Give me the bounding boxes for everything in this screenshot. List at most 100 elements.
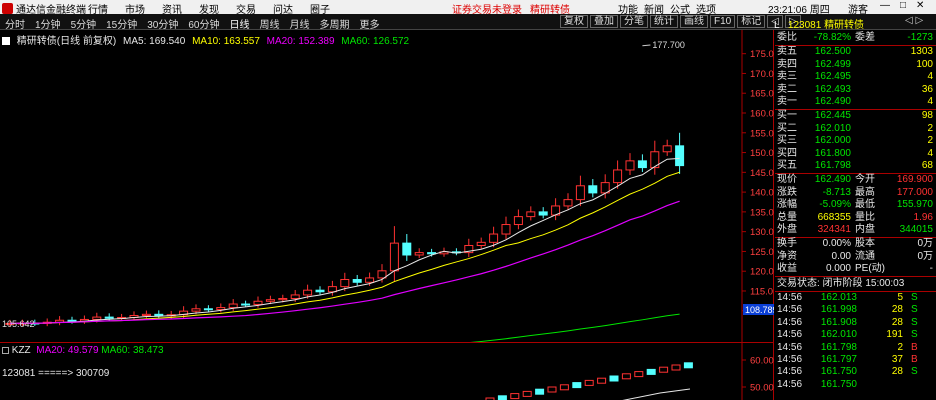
buy-level-row[interactable]: 买二 162.010 2 — [775, 123, 936, 135]
fund-value: 0.00 — [831, 250, 851, 262]
indicator-bar — [522, 390, 532, 397]
tab-5min[interactable]: 5分钟 — [68, 16, 100, 31]
stat-row[interactable]: 总量 668355 量比 1.96 — [775, 212, 936, 224]
tick-row[interactable]: 14:56 161.798 2 B — [775, 342, 936, 354]
overlay-button[interactable]: 叠加 — [590, 15, 618, 28]
stats-button[interactable]: 统计 — [650, 15, 678, 28]
price-tick-label: 120.0 — [750, 267, 774, 278]
tab-daily[interactable]: 日线 — [227, 16, 253, 31]
close-icon[interactable]: ✕ — [916, 0, 924, 11]
stat-label: 总量 — [777, 211, 797, 223]
kline-chart[interactable]: 175.0 170.0 165.0 160.0 155.0 150.0 145.0 140.0… — [0, 30, 778, 364]
high-pointer — [642, 44, 651, 47]
tab-weekly[interactable]: 周线 — [257, 16, 283, 31]
tick-side: B — [911, 341, 918, 353]
tick-row[interactable]: 14:56 161.750 28 S — [775, 366, 936, 378]
indicator-toggle-icon[interactable] — [2, 346, 9, 354]
price-tick-label: 145.0 — [750, 168, 774, 179]
tab-30min[interactable]: 30分钟 — [144, 16, 181, 31]
sell-level-row[interactable]: 卖四 162.499 100 — [775, 59, 936, 71]
tick-time: 14:56 — [777, 329, 803, 341]
sell-level-row[interactable]: 卖五 162.500 1303 — [775, 46, 936, 58]
fundamental-row[interactable]: 换手 0.00% 股本 0万 — [775, 238, 936, 250]
candle-body — [303, 289, 313, 296]
fund-label: 流通 — [855, 250, 875, 262]
buy-level-row[interactable]: 买一 162.445 98 — [775, 110, 936, 122]
tab-60min[interactable]: 60分钟 — [185, 16, 222, 31]
mark-button[interactable]: 标记 — [737, 15, 766, 28]
buy-level-row[interactable]: 买四 161.800 4 — [775, 148, 936, 160]
buy-price: 161.798 — [814, 160, 851, 171]
f10-button[interactable]: F10 — [710, 15, 736, 28]
fund-value: 0.00% — [822, 238, 851, 250]
tick-time: 14:56 — [777, 366, 803, 378]
stat-row[interactable]: 涨幅 -5.09% 最低 155.970 — [775, 199, 936, 211]
maximize-icon[interactable]: □ — [900, 0, 906, 11]
tick-side: S — [911, 329, 918, 341]
tick-qty: 28 — [891, 304, 903, 316]
indicator-bar — [683, 362, 693, 369]
stat-value: 1.96 — [913, 211, 933, 223]
sell-level-row[interactable]: 卖三 162.495 4 — [775, 71, 936, 83]
buy-label: 买一 — [777, 110, 797, 122]
tick-time: 14:56 — [777, 304, 803, 316]
indicator-bar — [609, 375, 619, 382]
tick-button[interactable]: 分笔 — [620, 15, 648, 28]
sell-level-row[interactable]: 卖二 162.493 36 — [775, 84, 936, 96]
stat-label: 内盘 — [855, 224, 875, 235]
candle-body — [228, 303, 238, 309]
sell-qty: 4 — [927, 96, 933, 107]
tab-more[interactable]: 更多 — [357, 16, 383, 31]
candle-body — [67, 319, 77, 322]
stat-row[interactable]: 现价 162.490 今开 169.900 — [775, 174, 936, 186]
fundamental-row[interactable]: 净资 0.00 流通 0万 — [775, 251, 936, 263]
sell-level-row[interactable]: 卖一 162.490 4 — [775, 96, 936, 108]
tick-row[interactable]: 14:56 162.010 191 S — [775, 329, 936, 341]
fundamental-row[interactable]: 收益 0.000 PE(动) - — [775, 263, 936, 275]
candle-body — [489, 233, 499, 243]
candle-body — [402, 242, 412, 256]
fund-label: 收益 — [777, 263, 797, 275]
tab-fenshi[interactable]: 分时 — [2, 16, 28, 31]
buy-level-row[interactable]: 买五 161.798 68 — [775, 160, 936, 172]
sell-price: 162.500 — [814, 46, 851, 58]
buy-level-row[interactable]: 买三 162.000 2 — [775, 135, 936, 147]
window-controls: — □ ✕ — [880, 0, 924, 11]
tick-row[interactable]: 14:56 161.908 28 S — [775, 317, 936, 329]
tick-row[interactable]: 14:56 161.750 — [775, 379, 936, 391]
quote-pager[interactable]: ◁ ▷ — [905, 15, 923, 26]
weibi-label: 委比 — [777, 32, 797, 43]
tab-15min[interactable]: 15分钟 — [103, 16, 140, 31]
sell-label: 卖四 — [777, 58, 797, 70]
candle-body — [315, 289, 325, 293]
tab-1min[interactable]: 1分钟 — [32, 16, 64, 31]
buy-label: 买三 — [777, 135, 797, 147]
fuquan-button[interactable]: 复权 — [560, 15, 588, 28]
stat-label: 外盘 — [777, 224, 797, 235]
draw-line-button[interactable]: 画线 — [680, 15, 708, 28]
tick-row[interactable]: 14:56 161.998 28 S — [775, 304, 936, 316]
tab-multi-period[interactable]: 多周期 — [317, 16, 353, 31]
indicator-panel[interactable]: 60.00 50.00 KZZ MA20: 49.579 MA60: 38.473… — [0, 342, 774, 400]
price-tick-label: 140.0 — [750, 188, 774, 199]
weibi-row[interactable]: 委比 -78.82% 委差 -1273 — [775, 32, 936, 44]
tab-monthly[interactable]: 月线 — [287, 16, 313, 31]
tick-row[interactable]: 14:56 161.797 37 B — [775, 354, 936, 366]
indicator-bar — [597, 377, 607, 384]
stat-label: 今开 — [855, 174, 875, 186]
stat-row[interactable]: 涨跌 -8.713 最高 177.000 — [775, 187, 936, 199]
minimize-icon[interactable]: — — [880, 0, 890, 11]
ma20-line — [9, 200, 680, 325]
tick-qty: 28 — [891, 316, 903, 328]
candle-body — [588, 185, 598, 194]
trade-state-row[interactable]: 交易状态: 闭市阶段 15:00:03 — [775, 278, 936, 290]
candle-body — [575, 185, 585, 201]
indicator-note: 123081 =====> 300709 — [2, 368, 110, 379]
tick-row[interactable]: 14:56 162.013 5 S — [775, 292, 936, 304]
candle-body — [340, 279, 350, 288]
stat-row[interactable]: 外盘 324341 内盘 344015 — [775, 224, 936, 236]
candle-body — [501, 224, 511, 235]
indicator-bar — [510, 393, 520, 400]
stat-label: 涨跌 — [777, 186, 797, 198]
legend-swatch-icon — [2, 37, 10, 46]
